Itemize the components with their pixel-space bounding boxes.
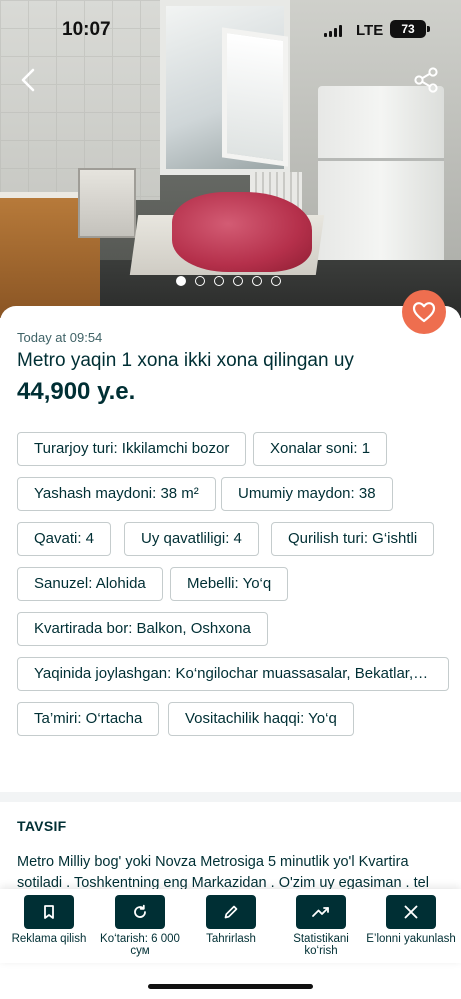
back-button[interactable]: [12, 62, 48, 98]
statistics-button[interactable]: Statistikani ko‘rish: [276, 895, 366, 961]
attribute-chip: Xonalar soni: 1: [253, 432, 388, 466]
listing-page: 10:07 LTE 73 Today at 09:54 Metro yaqin …: [0, 0, 461, 999]
network-label: LTE: [356, 22, 384, 39]
close-listing-label: E’lonni yakunlash: [366, 933, 456, 945]
trending-up-icon: [312, 907, 329, 917]
bookmark-icon: [44, 905, 54, 919]
promote-label: Reklama qilish: [11, 933, 87, 945]
attribute-chip: Yaqinida joylashgan: Ko‘ngilochar muassa…: [17, 657, 449, 691]
gallery-dot[interactable]: [271, 276, 281, 286]
posted-time: Today at 09:54: [17, 330, 103, 345]
share-icon: [414, 67, 438, 93]
gallery-dot[interactable]: [176, 276, 186, 286]
favorite-button[interactable]: [402, 290, 446, 334]
attribute-chip: Ta’miri: O‘rtacha: [17, 702, 160, 736]
battery-icon: 73: [390, 20, 430, 38]
listing-title: Metro yaqin 1 xona ikki xona qilingan uy: [17, 350, 354, 371]
attribute-chip: Umumiy maydon: 38: [221, 477, 393, 511]
status-time: 10:07: [62, 19, 111, 40]
attribute-chip: Qavati: 4: [17, 522, 112, 556]
refresh-icon: [134, 904, 146, 918]
attribute-chip: Qurilish turi: G‘ishtli: [271, 522, 435, 556]
close-listing-button[interactable]: E’lonni yakunlash: [366, 895, 456, 961]
signal-icon: [324, 25, 344, 37]
share-button[interactable]: [410, 64, 442, 96]
chevron-left-icon: [21, 68, 35, 92]
description-text: Metro Milliy bog' yoki Novza Metrosiga 5…: [17, 854, 429, 891]
attribute-chip: Vositachilik haqqi: Yo‘q: [168, 702, 354, 736]
gallery-dot[interactable]: [252, 276, 262, 286]
gallery-dot[interactable]: [233, 276, 243, 286]
close-icon: [404, 905, 418, 919]
pencil-icon: [224, 905, 238, 919]
edit-label: Tahrirlash: [206, 933, 256, 945]
boost-button[interactable]: Ko‘tarish: 6 000 сум: [95, 895, 185, 961]
gallery-pagination: [176, 276, 281, 288]
action-bar: Reklama qilish Ko‘tarish: 6 000 сум Tahr…: [0, 889, 461, 963]
attribute-chip: Kvartirada bor: Balkon, Oshxona: [17, 612, 268, 646]
gallery-dot[interactable]: [214, 276, 224, 286]
promote-button[interactable]: Reklama qilish: [4, 895, 94, 961]
description-heading: TAVSIF: [17, 818, 67, 834]
attribute-chip: Sanuzel: Alohida: [17, 567, 163, 601]
attribute-chip: Uy qavatliligi: 4: [124, 522, 259, 556]
home-indicator[interactable]: [148, 984, 313, 989]
listing-price: 44,900 y.e.: [17, 378, 136, 405]
boost-label: Ko‘tarish: 6 000 сум: [100, 933, 180, 957]
status-bar: 10:07 LTE 73: [0, 0, 461, 60]
attribute-chip: Mebelli: Yo‘q: [170, 567, 289, 601]
heart-icon: [412, 302, 436, 323]
section-separator: [0, 792, 461, 802]
statistics-label: Statistikani ko‘rish: [293, 933, 349, 957]
attribute-chip: Turarjoy turi: Ikkilamchi bozor: [17, 432, 247, 466]
edit-button[interactable]: Tahrirlash: [186, 895, 276, 961]
attribute-chip: Yashash maydoni: 38 m²: [17, 477, 216, 511]
gallery-dot[interactable]: [195, 276, 205, 286]
